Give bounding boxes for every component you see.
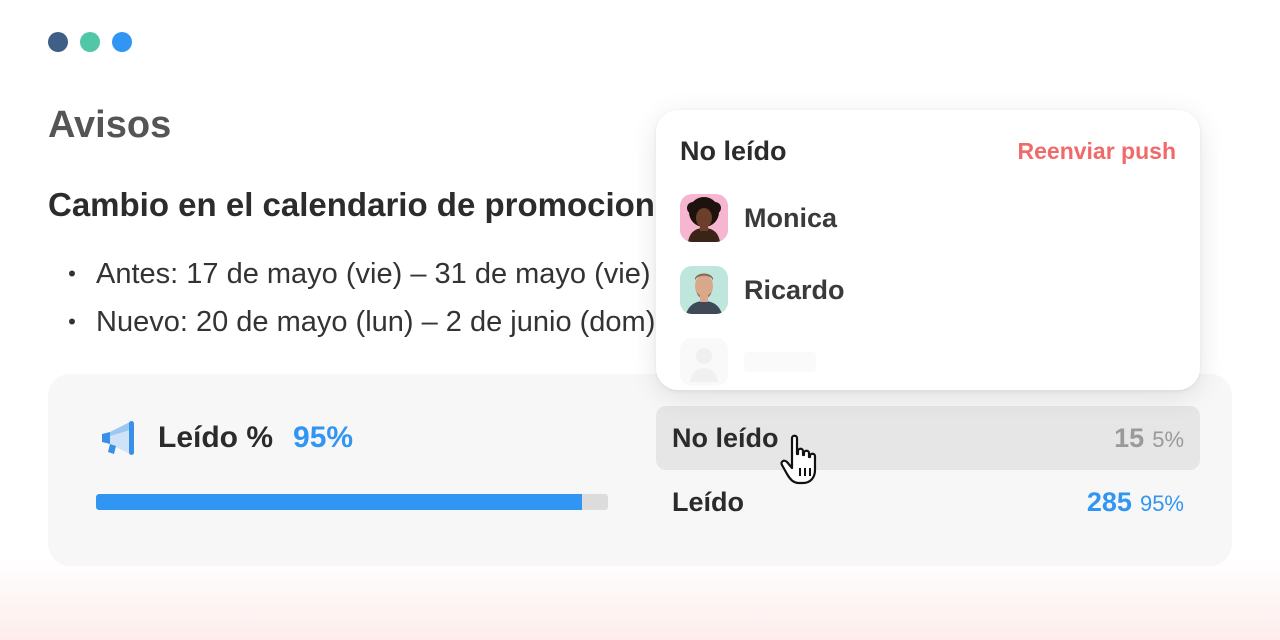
user-item-ricardo[interactable]: Ricardo [680,266,845,314]
read-progress-fill [96,494,583,510]
avatar [680,338,728,386]
unread-popover: No leído Reenviar push Monica Ricardo [656,110,1200,390]
avatar [680,266,728,314]
unread-percent: 5% [1152,426,1184,452]
bullet-icon: • [68,309,76,334]
window-dot-green[interactable] [80,32,100,52]
notice-item-text: Antes: 17 de mayo (vie) – 31 de mayo (vi… [96,258,651,290]
popover-title: No leído [680,136,787,166]
read-row[interactable]: Leído 285 95% [656,470,1200,534]
hand-pointer-icon [780,434,817,485]
bullet-icon: • [68,261,76,286]
window-controls [48,32,132,52]
read-stats-card: Leído % 95% No leído 15 5% Leído 285 95% [48,374,1232,566]
background-glow [0,560,1280,640]
user-name: Monica [744,202,838,233]
avatar-ricardo-icon [680,266,728,314]
page-title: Avisos [48,104,172,146]
window-dot-blue[interactable] [112,32,132,52]
unread-row[interactable]: No leído 15 5% [656,406,1200,470]
read-progress-bar [96,494,608,510]
read-label: Leído [672,486,744,517]
user-name: Ricardo [744,274,845,305]
read-breakdown: No leído 15 5% Leído 285 95% [656,406,1200,534]
name-placeholder [744,352,816,372]
avatar [680,194,728,242]
read-percent: 95% [1139,490,1184,516]
read-percent-label: Leído % [158,421,274,454]
notice-item-text: Nuevo: 20 de mayo (lun) – 2 de junio (do… [96,306,656,338]
avatar-monica-icon [680,194,728,242]
list-item: • Nuevo: 20 de mayo (lun) – 2 de junio (… [48,298,688,346]
unread-label: No leído [672,422,779,453]
list-item: • Antes: 17 de mayo (vie) – 31 de mayo (… [48,250,688,298]
resend-push-button[interactable]: Reenviar push [1018,138,1177,165]
notice-list: • Antes: 17 de mayo (vie) – 31 de mayo (… [48,250,688,346]
read-count: 285 [1086,486,1132,517]
megaphone-icon [102,421,134,455]
read-summary: Leído % 95% [96,414,608,510]
user-placeholder-icon [680,338,728,386]
user-item-placeholder [680,338,816,386]
unread-count: 15 [1114,422,1145,453]
window-dot-dark-blue[interactable] [48,32,68,52]
read-percent-value: 95% [293,421,354,454]
notice-title: Cambio en el calendario de promociones [48,186,692,223]
user-item-monica[interactable]: Monica [680,194,837,242]
